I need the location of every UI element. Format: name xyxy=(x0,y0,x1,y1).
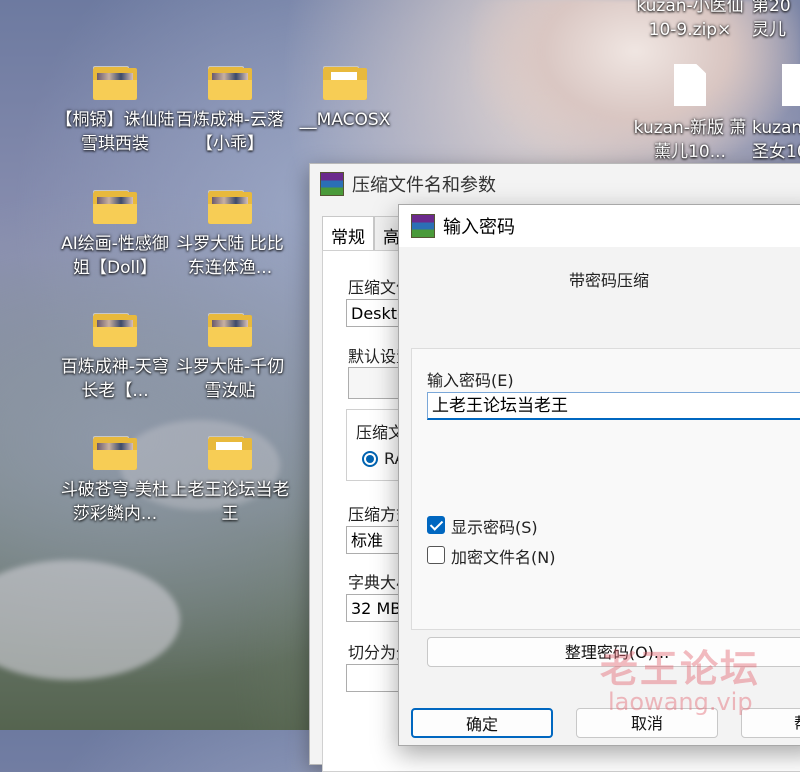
desktop-icon-label: AI绘画-性感御姐【Doll】 xyxy=(61,234,169,278)
password-heading: 带密码压缩 xyxy=(568,271,649,290)
desktop-icon-label: 百炼成神-云落【小乖】 xyxy=(175,110,285,154)
password-dialog-titlebar[interactable]: 输入密码 xyxy=(399,205,800,247)
folder-icon xyxy=(93,66,137,100)
desktop-icon-folder[interactable]: 上老王论坛当老王 xyxy=(170,436,290,526)
folder-icon xyxy=(93,313,137,347)
desktop-icon-label: 斗罗大陆 比比东连体渔... xyxy=(176,234,284,278)
watermark-text: 老王论坛 xyxy=(600,647,761,691)
desktop-icon-folder[interactable]: 斗破苍穹-美杜莎彩鳞内... xyxy=(55,436,175,526)
desktop-icon-folder[interactable]: 斗罗大陆-千仞雪汝贴 xyxy=(170,313,290,403)
desktop-icon-label: __MACOSX xyxy=(299,110,391,130)
desktop-icon-label: 斗罗大陆-千仞雪汝贴 xyxy=(175,357,285,401)
file-icon xyxy=(674,64,706,106)
archive-dialog-title: 压缩文件名和参数 xyxy=(352,175,496,196)
folder-icon xyxy=(208,190,252,224)
folder-icon xyxy=(208,313,252,347)
desktop-icon-label: 上老王论坛当老王 xyxy=(170,480,290,524)
winrar-icon xyxy=(411,214,435,238)
format-label: 压缩文 xyxy=(356,423,405,442)
desktop-icon-file[interactable]: 第20 灵儿 xyxy=(752,0,800,42)
desktop-icon-label: kuzan-小医仙10-9.zip× xyxy=(636,0,744,40)
winrar-icon xyxy=(320,172,344,196)
desktop-icon-file[interactable]: kuzan 圣女10 xyxy=(752,64,800,164)
desktop-icon-file[interactable]: kuzan-新版 萧薰儿10... xyxy=(630,64,750,164)
tab-general[interactable]: 常规 xyxy=(322,216,374,254)
archive-tabs: 常规 高 xyxy=(322,216,409,254)
desktop-icon-label: kuzan-新版 萧薰儿10... xyxy=(633,118,747,162)
desktop-icon-label: 【桐锅】诛仙陆雪琪西装 xyxy=(55,110,175,154)
desktop-icon-folder[interactable]: 百炼成神-天穹长老【... xyxy=(55,313,175,403)
archive-dialog-titlebar[interactable]: 压缩文件名和参数 xyxy=(310,164,800,204)
desktop-icon-label: 第20 灵儿 xyxy=(752,0,791,40)
desktop-icon-file[interactable]: kuzan-小医仙10-9.zip× xyxy=(630,0,750,42)
desktop-icon-folder[interactable]: 【桐锅】诛仙陆雪琪西装 xyxy=(55,66,175,156)
desktop-icon-folder[interactable]: AI绘画-性感御姐【Doll】 xyxy=(55,190,175,280)
file-icon xyxy=(782,64,800,106)
folder-icon xyxy=(93,190,137,224)
folder-icon xyxy=(208,436,252,470)
desktop-icon-folder[interactable]: __MACOSX xyxy=(285,66,405,132)
folder-icon xyxy=(208,66,252,100)
desktop-icon-label: 百炼成神-天穹长老【... xyxy=(60,357,170,401)
show-password-checkbox[interactable] xyxy=(427,516,445,534)
encrypt-names-checkbox[interactable] xyxy=(427,546,445,564)
wallpaper-stone xyxy=(0,560,180,680)
watermark-url: laowang.vip xyxy=(608,688,753,716)
encrypt-names-label: 加密文件名(N) xyxy=(451,548,556,567)
desktop-icon-folder[interactable]: 百炼成神-云落【小乖】 xyxy=(170,66,290,156)
folder-icon xyxy=(93,436,137,470)
password-dialog-title: 输入密码 xyxy=(443,217,515,238)
show-password-label: 显示密码(S) xyxy=(451,518,538,537)
folder-icon xyxy=(323,66,367,100)
password-input[interactable]: 上老王论坛当老王 xyxy=(427,392,800,420)
desktop-icon-folder[interactable]: 斗罗大陆 比比东连体渔... xyxy=(170,190,290,280)
password-label: 输入密码(E) xyxy=(427,371,514,390)
desktop-icon-label: 斗破苍穹-美杜莎彩鳞内... xyxy=(60,480,170,524)
desktop-icon-label: kuzan 圣女10 xyxy=(752,118,800,162)
ok-button[interactable]: 确定 xyxy=(411,708,553,738)
format-rar-radio[interactable] xyxy=(362,451,378,467)
